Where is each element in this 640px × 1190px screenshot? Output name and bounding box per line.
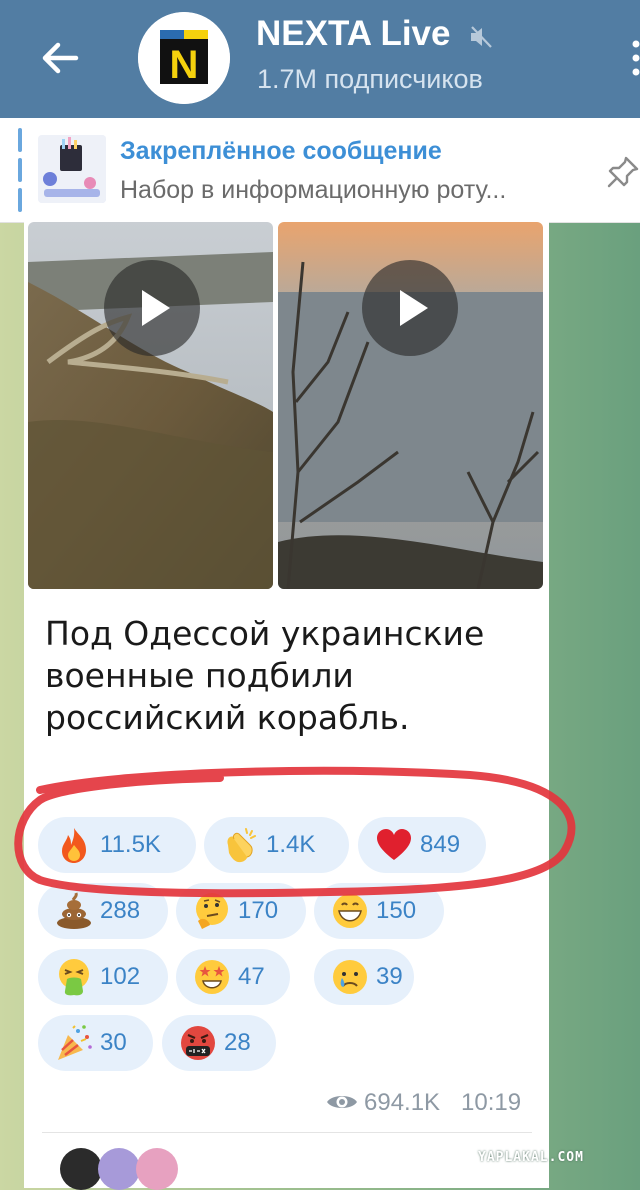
reaction-count: 849 [420, 831, 461, 858]
thinking-face-icon [196, 893, 228, 929]
reaction-grinning-face[interactable]: 150 [314, 883, 444, 939]
subscriber-count: 1.7M подписчиков [257, 64, 483, 94]
reaction-star-struck[interactable]: 47 [176, 949, 290, 1005]
reaction-vomiting-face[interactable]: 102 [38, 949, 168, 1005]
reaction-crying-face[interactable]: 39 [314, 949, 414, 1005]
channel-avatar[interactable]: N [138, 12, 230, 104]
clapping-hands-icon [227, 828, 256, 863]
play-button-2[interactable] [362, 260, 458, 356]
video-thumbnail-1[interactable] [28, 222, 273, 589]
pinned-thumbnail [38, 135, 106, 203]
crying-face-icon [333, 960, 367, 994]
commenter-avatar[interactable] [136, 1148, 178, 1190]
pinned-title: Закреплённое сообщение [120, 137, 442, 165]
reaction-face-with-symbols-on-mouth[interactable]: 28 [162, 1015, 276, 1071]
play-icon [142, 290, 170, 326]
back-button[interactable] [38, 36, 82, 80]
watermark: YAPLAKAL.COM [478, 1150, 584, 1165]
reaction-count: 288 [100, 897, 141, 924]
reaction-pile-of-poo[interactable]: 288 [38, 883, 168, 939]
red-heart-icon [377, 829, 411, 860]
arrow-left-icon [42, 42, 79, 74]
reaction-count: 11.5K [100, 831, 161, 858]
reaction-count: 102 [100, 963, 141, 990]
commenter-avatar[interactable] [60, 1148, 102, 1190]
reaction-count: 39 [376, 963, 403, 990]
reaction-thinking-face[interactable]: 170 [176, 883, 306, 939]
reaction-count: 28 [224, 1029, 251, 1056]
eye-icon [326, 1091, 358, 1113]
star-struck-icon [195, 960, 229, 994]
commenter-avatar[interactable] [98, 1148, 140, 1190]
more-vertical-icon[interactable] [626, 36, 640, 84]
fire-icon [62, 828, 86, 863]
vomiting-face-icon [59, 959, 89, 996]
face-with-symbols-on-mouth-icon [181, 1026, 215, 1060]
pinned-indicator [18, 128, 22, 212]
play-icon [400, 290, 428, 326]
reaction-count: 47 [238, 963, 265, 990]
video-thumbnail-2[interactable] [278, 222, 543, 589]
pile-of-poo-icon [57, 892, 91, 929]
pin-icon[interactable] [606, 155, 640, 189]
reaction-count: 150 [376, 897, 417, 924]
reaction-party-popper[interactable]: 30 [38, 1015, 153, 1071]
comments-divider [42, 1132, 532, 1133]
channel-title[interactable]: NEXTA Live [256, 14, 450, 54]
reaction-count: 1.4K [266, 831, 316, 858]
message-text: Под Одессой украинские военные подбили р… [45, 614, 485, 737]
party-popper-icon [58, 1025, 92, 1060]
grinning-face-icon [333, 894, 367, 928]
reaction-fire[interactable]: 11.5K [38, 817, 196, 873]
avatar-letter: N [170, 43, 199, 87]
reaction-count: 30 [100, 1029, 127, 1056]
reaction-clapping-hands[interactable]: 1.4K [204, 817, 349, 873]
view-count: 694.1K [364, 1089, 441, 1116]
play-button-1[interactable] [104, 260, 200, 356]
reaction-count: 170 [238, 897, 279, 924]
reaction-red-heart[interactable]: 849 [358, 817, 486, 873]
message-time: 10:19 [461, 1089, 522, 1116]
pinned-text: Набор в информационную роту... [120, 176, 507, 204]
speaker-muted-icon [468, 24, 494, 50]
